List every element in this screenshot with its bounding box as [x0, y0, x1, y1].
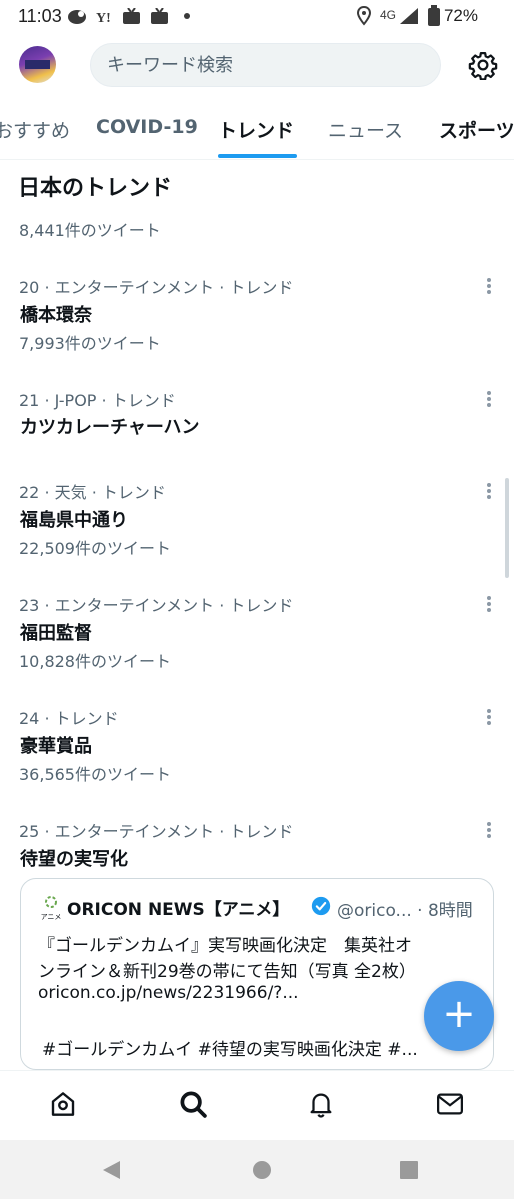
signal-icon	[400, 8, 418, 24]
trend-meta: 23 · エンターテインメント · トレンド	[19, 596, 294, 615]
trend-meta: 20 · エンターテインメント · トレンド	[19, 278, 294, 297]
messages-envelope-icon[interactable]	[435, 1089, 465, 1119]
tweet-count: 8,441件のツイート	[19, 221, 161, 240]
section-title: 日本のトレンド	[18, 176, 173, 201]
scrollbar[interactable]	[505, 478, 509, 578]
settings-gear-icon[interactable]	[468, 50, 498, 80]
trend-meta: 24 · トレンド	[19, 709, 119, 728]
trend-name[interactable]: 福田監督	[20, 619, 92, 645]
more-notifications-dot-icon	[184, 13, 190, 19]
trend-name[interactable]: 福島県中通り	[20, 506, 128, 532]
recents-square-icon[interactable]	[399, 1160, 419, 1180]
embedded-tweet-card[interactable]: アニメ ORICON NEWS【アニメ】 @orico... · 8時間 『ゴー…	[20, 878, 494, 1070]
search-icon[interactable]	[178, 1089, 208, 1119]
location-icon	[356, 6, 372, 26]
search-input[interactable]	[107, 44, 427, 86]
search-box[interactable]	[90, 43, 441, 87]
svg-text:アニメ: アニメ	[41, 913, 62, 921]
trend-name[interactable]: 豪華賞品	[20, 732, 92, 758]
tweet-author-name[interactable]: ORICON NEWS【アニメ】	[67, 895, 289, 920]
tweet-text-line: 『ゴールデンカムイ』実写映画化決定 集英社オ	[38, 936, 412, 956]
home-icon[interactable]	[48, 1089, 78, 1119]
more-options-icon[interactable]	[479, 389, 499, 409]
trend-meta: 22 · 天気 · トレンド	[19, 483, 166, 502]
more-options-icon[interactable]	[479, 276, 499, 296]
battery-percent: 72%	[443, 6, 478, 25]
tweet-handle-time: @orico... · 8時間	[337, 901, 473, 921]
trend-tweet-count: 22,509件のツイート	[19, 539, 171, 558]
tab-trends[interactable]: トレンド	[218, 116, 294, 143]
active-tab-indicator	[218, 154, 297, 158]
verified-badge-icon	[311, 896, 331, 916]
tab-sports[interactable]: スポーツ	[439, 116, 514, 143]
trend-tweet-count: 36,565件のツイート	[19, 765, 171, 784]
notifications-bell-icon[interactable]	[306, 1089, 336, 1119]
trend-meta: 25 · エンターテインメント · トレンド	[19, 822, 294, 841]
more-options-icon[interactable]	[479, 481, 499, 501]
back-icon[interactable]	[100, 1159, 122, 1181]
battery-icon	[428, 5, 440, 26]
tv-icon	[123, 8, 140, 24]
svg-text:Y!: Y!	[96, 11, 111, 25]
trend-name[interactable]: 待望の実写化	[20, 845, 128, 871]
tab-recommended[interactable]: おすすめ	[0, 116, 70, 143]
tab-covid19[interactable]: COVID-19	[96, 116, 198, 138]
home-circle-icon[interactable]	[251, 1159, 273, 1181]
status-bar: 11:03 Y! 4G 72%	[0, 0, 514, 34]
network-type: 4G	[380, 8, 397, 22]
tab-news[interactable]: ニュース	[328, 116, 403, 143]
more-options-icon[interactable]	[479, 707, 499, 727]
yahoo-news-icon: Y!	[96, 11, 111, 25]
trend-name[interactable]: 橋本環奈	[20, 301, 92, 327]
more-options-icon[interactable]	[479, 820, 499, 840]
tv-icon-2	[151, 8, 168, 24]
more-options-icon[interactable]	[479, 594, 499, 614]
trend-name[interactable]: カツカレーチャーハン	[20, 413, 199, 439]
tweet-hashtags[interactable]: #ゴールデンカムイ #待望の実写映画化決定 #...	[42, 1035, 418, 1060]
bottom-navigation	[0, 1070, 514, 1140]
notification-app-icon	[68, 10, 86, 24]
plus-icon: +	[442, 991, 476, 1037]
tweet-link[interactable]: oricon.co.jp/news/2231966/?...	[38, 983, 299, 1003]
tweet-text-line: ンライン＆新刊29巻の帯にて告知（写真 全2枚）	[38, 962, 416, 982]
oricon-anime-logo: アニメ	[41, 896, 62, 921]
compose-tweet-button[interactable]: +	[424, 981, 494, 1051]
explore-tabs: おすすめ COVID-19 トレンド ニュース スポーツ	[0, 104, 514, 160]
trend-meta: 21 · J-POP · トレンド	[19, 391, 176, 410]
trend-tweet-count: 7,993件のツイート	[19, 334, 161, 353]
system-navigation-bar	[0, 1140, 514, 1199]
status-time: 11:03	[18, 6, 62, 26]
trend-tweet-count: 10,828件のツイート	[19, 652, 171, 671]
profile-avatar[interactable]	[19, 46, 56, 83]
